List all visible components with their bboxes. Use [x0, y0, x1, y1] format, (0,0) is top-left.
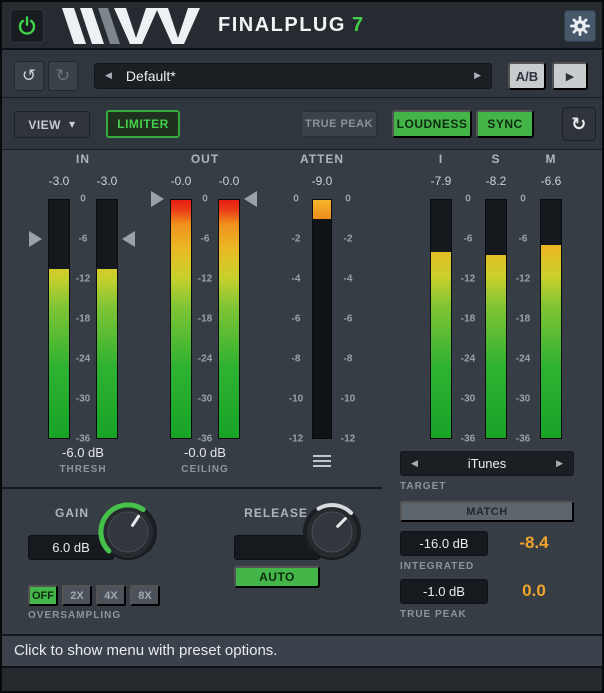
target-next-icon[interactable]: ▶	[556, 459, 563, 469]
true-peak-readout: 0.0	[494, 578, 574, 603]
plugin-title: FINALPLUG 7	[218, 14, 365, 37]
gear-icon	[569, 15, 591, 37]
target-name: iTunes	[418, 456, 556, 471]
ab-compare-button[interactable]: A/B	[508, 62, 546, 90]
plugin-title-text: FINALPLUG	[218, 14, 346, 36]
loudness-toggle[interactable]: LOUDNESS	[392, 110, 472, 138]
ceiling-handle-left[interactable]	[151, 191, 164, 207]
preset-name: Default*	[126, 68, 474, 84]
short-term-meter-label: S	[479, 152, 513, 166]
limiter-meter-panel: IN -3.0 -3.0 0-6-12-18-24-30-36 -6.0 dB …	[2, 150, 382, 487]
target-prev-icon[interactable]: ◀	[411, 459, 418, 469]
thresh-handle-right[interactable]	[122, 231, 135, 247]
release-knob[interactable]	[302, 502, 362, 562]
plugin-window: FINALPLUG 7 ↺	[0, 0, 604, 693]
in-meter-label: IN	[48, 152, 118, 166]
short-term-peak: -8.2	[479, 174, 513, 188]
oversampling-off-button[interactable]: OFF	[28, 585, 58, 606]
atten-peak: -9.0	[305, 174, 339, 188]
limiter-controls-panel: GAIN 6.0 dB RELEASE AUTO OFF 2X 4X 8X OV…	[2, 487, 382, 634]
sync-toggle[interactable]: SYNC	[476, 110, 534, 138]
in-meter-right	[96, 199, 118, 439]
out-meter-label: OUT	[170, 152, 240, 166]
brand-logo	[60, 8, 210, 44]
power-button[interactable]	[10, 9, 44, 43]
ceiling-caption: CEILING	[155, 464, 255, 475]
loudness-panel: I S M -7.9 -8.2 -6.6 0-6-12-18-24-30-36 …	[382, 150, 602, 634]
gain-label: GAIN	[40, 506, 104, 520]
auto-release-toggle[interactable]: AUTO	[234, 566, 320, 588]
toolbar: VIEW ▼ LIMITER TRUE PEAK LOUDNESS SYNC ↻	[2, 98, 602, 150]
integrated-target-field[interactable]: -16.0 dB	[400, 531, 488, 556]
gain-knob[interactable]	[98, 502, 158, 562]
oversampling-8x-button[interactable]: 8X	[130, 585, 160, 606]
hamburger-icon	[313, 455, 331, 467]
status-bar: Click to show menu with preset options.	[2, 634, 602, 666]
momentary-peak: -6.6	[534, 174, 568, 188]
momentary-meter	[540, 199, 562, 439]
ceiling-handle-right[interactable]	[244, 191, 257, 207]
thresh-value[interactable]: -6.0 dB	[33, 445, 133, 460]
in-peak-left: -3.0	[42, 174, 76, 188]
redo-icon: ↻	[56, 66, 70, 86]
preset-prev-icon[interactable]: ◀	[105, 71, 112, 81]
integrated-meter	[430, 199, 452, 439]
momentary-meter-label: M	[534, 152, 568, 166]
atten-meter	[312, 199, 332, 439]
preset-next-icon[interactable]: ▶	[474, 71, 481, 81]
oversampling-caption: OVERSAMPLING	[28, 610, 188, 621]
undo-button[interactable]: ↺	[14, 61, 44, 91]
target-caption: TARGET	[400, 481, 520, 492]
integrated-readout: -8.4	[494, 530, 574, 555]
true-peak-toggle[interactable]: TRUE PEAK	[301, 111, 377, 137]
thresh-handle-left[interactable]	[29, 231, 42, 247]
true-peak-caption: TRUE PEAK	[400, 609, 540, 620]
preset-menu-button[interactable]: ▶	[552, 62, 588, 90]
chevron-down-icon: ▼	[69, 120, 76, 129]
integrated-peak: -7.9	[424, 174, 458, 188]
circular-arrows-icon: ↻	[571, 114, 587, 135]
short-term-meter	[485, 199, 507, 439]
in-meter-left	[48, 199, 70, 439]
integrated-meter-label: I	[424, 152, 458, 166]
out-peak-right: -0.0	[212, 174, 246, 188]
status-text: Click to show menu with preset options.	[2, 636, 602, 666]
match-button[interactable]: MATCH	[400, 501, 574, 522]
oversampling-2x-button[interactable]: 2X	[62, 585, 92, 606]
view-label: VIEW	[28, 118, 61, 132]
integrated-caption: INTEGRATED	[400, 561, 540, 572]
preset-bar: ↺ ↻ ◀ Default* ▶ A/B ▶	[2, 50, 602, 98]
preset-selector[interactable]: ◀ Default* ▶	[94, 63, 492, 89]
thresh-caption: THRESH	[33, 464, 133, 475]
view-dropdown[interactable]: VIEW ▼	[14, 111, 90, 138]
oversampling-4x-button[interactable]: 4X	[96, 585, 126, 606]
footer-strip	[2, 666, 602, 691]
undo-icon: ↺	[22, 66, 36, 86]
settings-button[interactable]	[564, 10, 596, 42]
target-selector[interactable]: ◀ iTunes ▶	[400, 451, 574, 476]
atten-menu-button[interactable]	[308, 448, 336, 474]
out-peak-left: -0.0	[164, 174, 198, 188]
ceiling-value[interactable]: -0.0 dB	[155, 445, 255, 460]
atten-meter-label: ATTEN	[287, 152, 357, 166]
play-icon: ▶	[566, 70, 574, 83]
header-bar: FINALPLUG 7	[2, 2, 602, 50]
out-meter-right	[218, 199, 240, 439]
plugin-version: 7	[352, 14, 365, 36]
limiter-toggle[interactable]: LIMITER	[106, 110, 180, 138]
in-peak-right: -3.0	[90, 174, 124, 188]
refresh-loudness-button[interactable]: ↻	[562, 107, 596, 141]
true-peak-target-field[interactable]: -1.0 dB	[400, 579, 488, 604]
out-meter-left	[170, 199, 192, 439]
power-icon	[17, 16, 37, 36]
redo-button[interactable]: ↻	[48, 61, 78, 91]
